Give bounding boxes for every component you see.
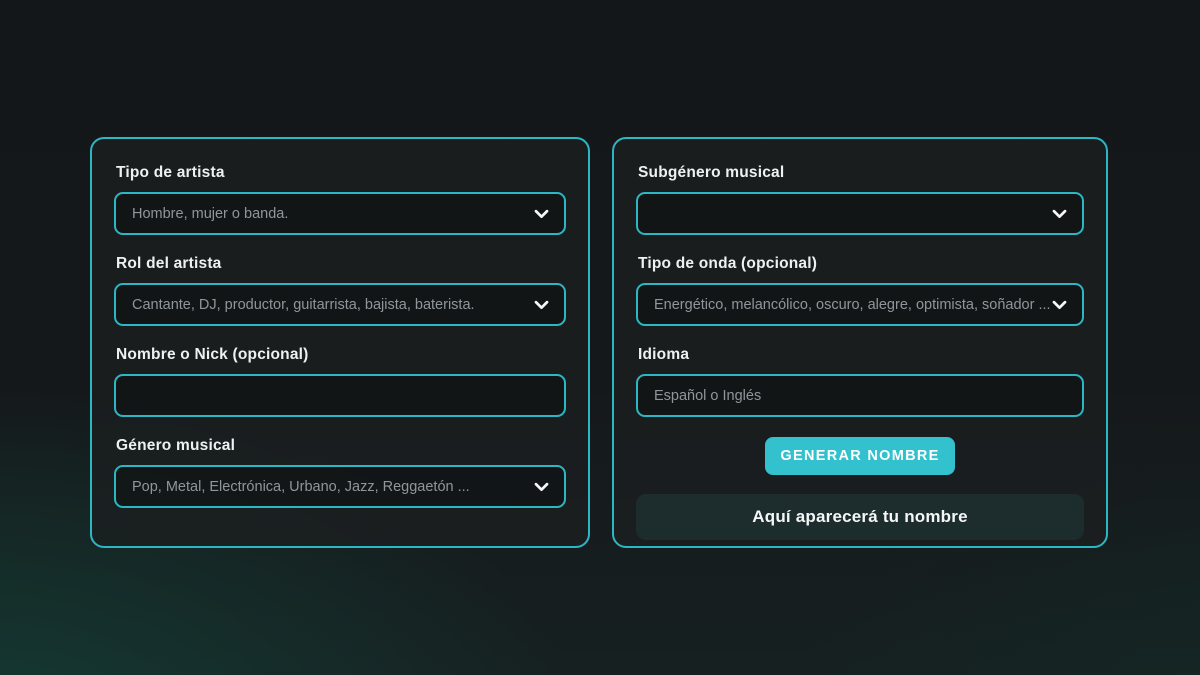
chevron-down-icon	[532, 295, 551, 314]
chevron-down-icon	[1050, 295, 1069, 314]
select-placeholder: Cantante, DJ, productor, guitarrista, ba…	[132, 297, 532, 313]
tipo-de-artista-select[interactable]: Hombre, mujer o banda.	[114, 192, 566, 235]
tipo-de-artista-label: Tipo de artista	[116, 164, 566, 182]
tipo-de-onda-label: Tipo de onda (opcional)	[638, 255, 1084, 273]
genero-musical-label: Género musical	[116, 437, 566, 455]
idioma-label: Idioma	[638, 346, 1084, 364]
field-genero-musical: Género musical Pop, Metal, Electrónica, …	[114, 437, 566, 508]
field-rol-del-artista: Rol del artista Cantante, DJ, productor,…	[114, 255, 566, 326]
chevron-down-icon	[532, 477, 551, 496]
chevron-down-icon	[1050, 204, 1069, 223]
generate-name-button[interactable]: GENERAR NOMBRE	[765, 437, 955, 475]
subgenero-musical-select[interactable]	[636, 192, 1084, 235]
tipo-de-onda-select[interactable]: Energético, melancólico, oscuro, alegre,…	[636, 283, 1084, 326]
field-nombre-o-nick: Nombre o Nick (opcional)	[114, 346, 566, 417]
field-tipo-de-artista: Tipo de artista Hombre, mujer o banda.	[114, 164, 566, 235]
idioma-input[interactable]	[636, 374, 1084, 417]
right-form-panel: Subgénero musical Tipo de onda (opcional…	[612, 137, 1108, 548]
field-tipo-de-onda: Tipo de onda (opcional) Energético, mela…	[636, 255, 1084, 326]
select-placeholder: Pop, Metal, Electrónica, Urbano, Jazz, R…	[132, 479, 532, 495]
rol-del-artista-label: Rol del artista	[116, 255, 566, 273]
nombre-o-nick-input[interactable]	[114, 374, 566, 417]
field-subgenero-musical: Subgénero musical	[636, 164, 1084, 235]
chevron-down-icon	[532, 204, 551, 223]
rol-del-artista-select[interactable]: Cantante, DJ, productor, guitarrista, ba…	[114, 283, 566, 326]
left-form-panel: Tipo de artista Hombre, mujer o banda. R…	[90, 137, 590, 548]
genero-musical-select[interactable]: Pop, Metal, Electrónica, Urbano, Jazz, R…	[114, 465, 566, 508]
result-name-text: Aquí aparecerá tu nombre	[752, 507, 967, 527]
result-name-box: Aquí aparecerá tu nombre	[636, 494, 1084, 540]
select-placeholder: Hombre, mujer o banda.	[132, 206, 532, 222]
nombre-o-nick-label: Nombre o Nick (opcional)	[116, 346, 566, 364]
subgenero-musical-label: Subgénero musical	[638, 164, 1084, 182]
artist-name-generator-page: Tipo de artista Hombre, mujer o banda. R…	[0, 0, 1200, 675]
select-placeholder: Energético, melancólico, oscuro, alegre,…	[654, 297, 1050, 313]
field-idioma: Idioma	[636, 346, 1084, 417]
